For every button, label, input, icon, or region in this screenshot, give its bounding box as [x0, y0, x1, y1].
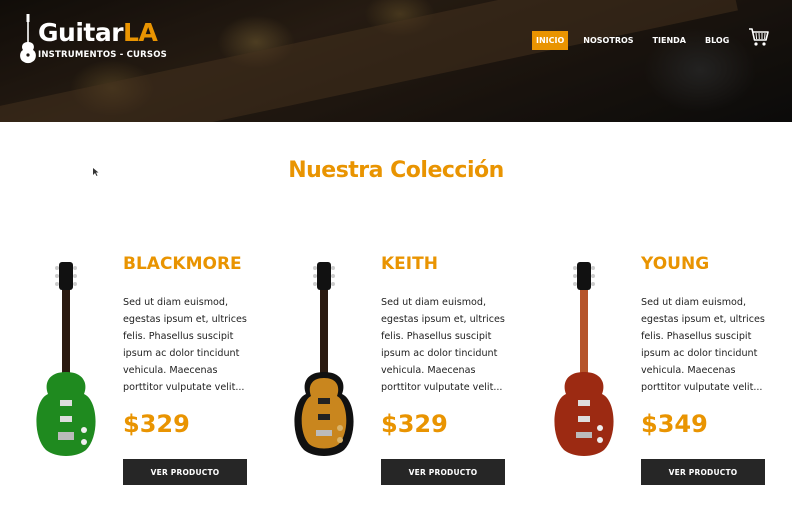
site-header: GuitarLA INSTRUMENTOS - CURSOS INICIO NO…	[0, 0, 792, 122]
view-product-button[interactable]: VER PRODUCTO	[641, 459, 765, 485]
nav-inicio[interactable]: INICIO	[532, 30, 569, 50]
product-card: BLACKMORE Sed ut diam euismod, egestas i…	[30, 250, 280, 490]
nav-blog[interactable]: BLOG	[701, 31, 733, 50]
product-name: YOUNG	[641, 254, 710, 274]
product-price: $329	[123, 410, 190, 438]
collection-title: Nuestra Colección	[288, 158, 504, 183]
product-description: Sed ut diam euismod, egestas ipsum et, u…	[381, 297, 505, 393]
product-name: KEITH	[381, 254, 438, 274]
guitar-image	[36, 262, 96, 456]
product-card: YOUNG Sed ut diam euismod, egestas ipsum…	[548, 250, 792, 490]
view-product-button[interactable]: VER PRODUCTO	[123, 459, 247, 485]
brand-title: GuitarLA	[38, 18, 158, 47]
product-description: Sed ut diam euismod, egestas ipsum et, u…	[123, 297, 247, 393]
main-nav: INICIO NOSOTROS TIENDA BLOG	[532, 30, 744, 50]
product-name: BLACKMORE	[123, 254, 242, 274]
product-card: KEITH Sed ut diam euismod, egestas ipsum…	[288, 250, 538, 490]
product-description: Sed ut diam euismod, egestas ipsum et, u…	[641, 297, 765, 393]
guitar-image	[554, 262, 614, 456]
view-product-button[interactable]: VER PRODUCTO	[381, 459, 505, 485]
cart-icon[interactable]	[748, 27, 770, 47]
guitar-image	[294, 262, 354, 456]
product-price: $329	[381, 410, 448, 438]
product-price: $349	[641, 410, 708, 438]
guitar-logo-icon	[20, 14, 36, 64]
nav-tienda[interactable]: TIENDA	[649, 31, 690, 50]
brand-logo[interactable]: GuitarLA INSTRUMENTOS - CURSOS	[18, 14, 198, 66]
nav-nosotros[interactable]: NOSOTROS	[579, 31, 637, 50]
brand-subtitle: INSTRUMENTOS - CURSOS	[38, 50, 167, 60]
